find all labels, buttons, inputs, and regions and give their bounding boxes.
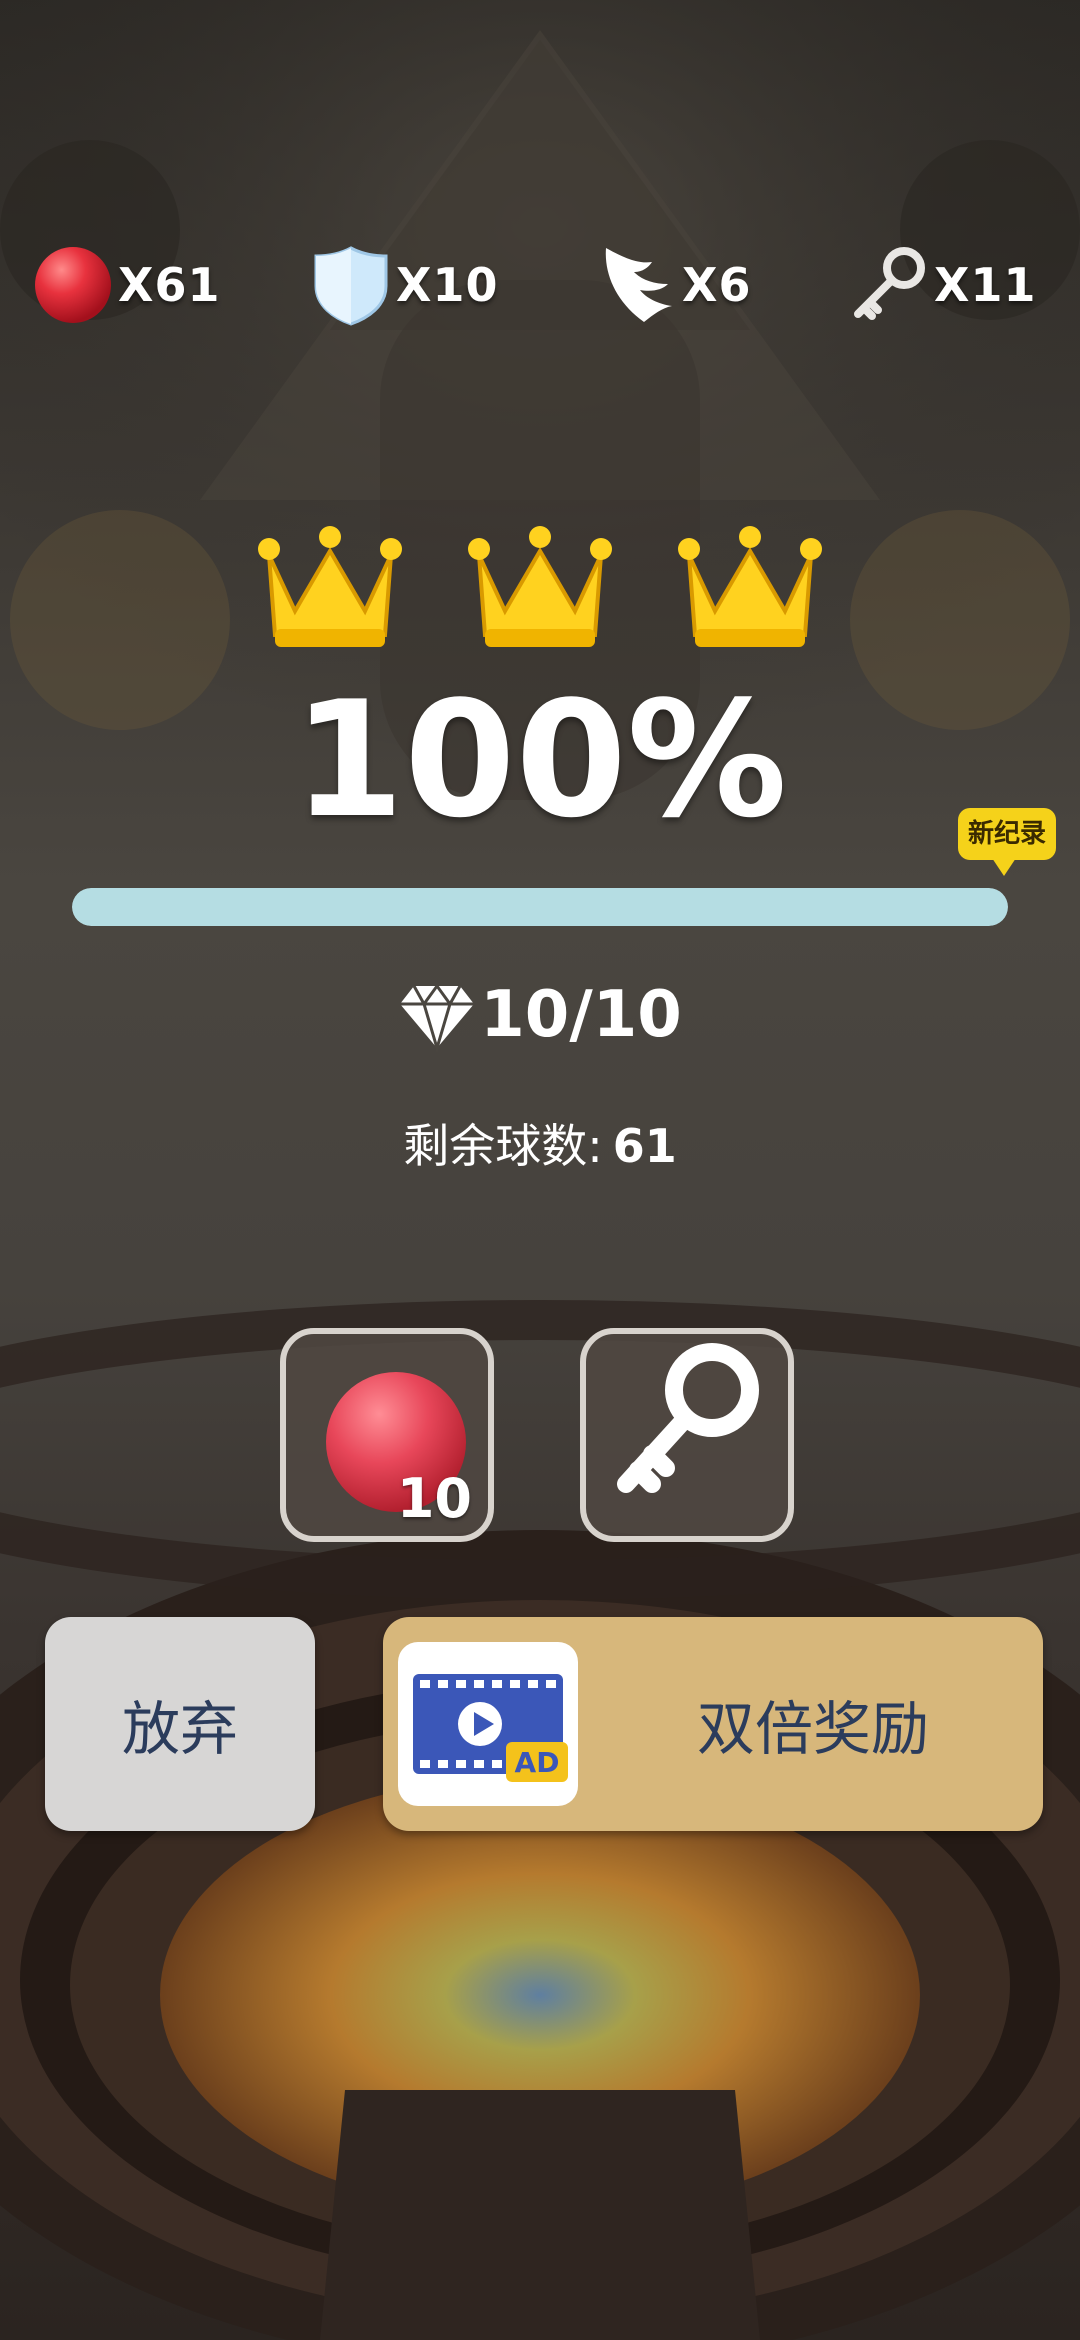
double-reward-label: 双倍奖励 [696,1695,929,1763]
key-count: X11 [934,258,1037,312]
gem-counter: 10/10 [0,975,1080,1055]
key-reward-slot [580,1328,794,1542]
key-icon [854,247,925,320]
remaining-value: 61 [612,1119,677,1173]
double-reward-button[interactable]: AD 双倍奖励 [383,1617,1043,1831]
key-counter: X11 [848,240,1036,330]
new-record-badge: 新纪录 [958,808,1056,876]
key-icon [617,1343,759,1493]
give-up-button[interactable]: 放弃 [45,1617,315,1831]
crown-icon [468,526,612,647]
ball-counter: X61 [32,240,220,330]
progress-fill [72,888,1008,926]
wing-icon [605,248,672,322]
shield-counter: X10 [310,240,498,330]
diamond-icon [400,983,475,1054]
ad-label: AD [515,1746,560,1779]
result-screen: X61 X10 X6 X11 100% 新纪录 10/10 剩余球数: 61 1… [0,0,1080,2340]
crown-icon [678,526,822,647]
progress-bar [72,888,1008,926]
completion-percent: 100% [292,666,788,853]
shield-count: X10 [396,258,499,312]
remaining-label: 剩余球数: [403,1119,603,1173]
video-ad-icon: AD [398,1642,578,1806]
wing-counter: X6 [596,240,751,330]
red-ball-icon [35,247,111,323]
shield-icon [314,246,388,326]
remaining-balls: 剩余球数: 61 [0,1110,1080,1176]
crown-icon [258,526,402,647]
ball-reward-quantity: 10 [396,1467,472,1530]
wing-count: X6 [682,258,752,312]
ball-count: X61 [118,258,221,312]
ball-reward-slot: 10 [280,1328,494,1542]
gem-count: 10/10 [480,978,682,1052]
